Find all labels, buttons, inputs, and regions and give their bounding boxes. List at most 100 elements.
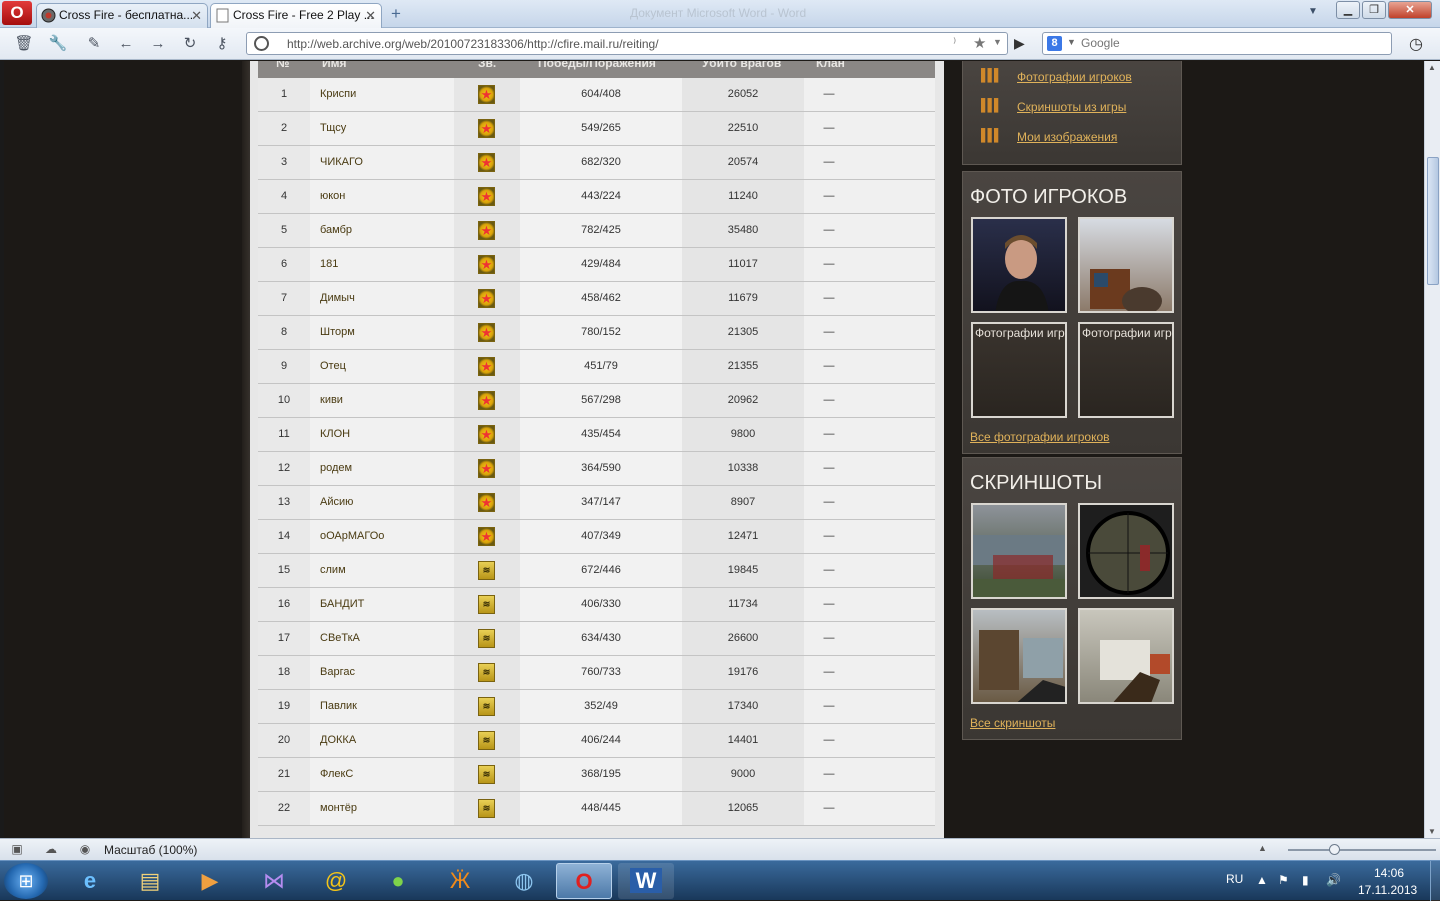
zoom-slider[interactable] <box>1288 844 1436 855</box>
url-text[interactable]: http://web.archive.org/web/2010072318330… <box>287 37 659 51</box>
kills-count: 20574 <box>727 156 759 168</box>
clan-name: — <box>823 156 835 168</box>
ammo-bullets-icon: ▌▌▌ <box>981 128 1003 142</box>
screenshot-thumb[interactable] <box>971 608 1067 704</box>
opera-taskbar-icon[interactable]: O <box>556 863 612 899</box>
kills-count: 17340 <box>727 700 759 712</box>
go-arrow-icon[interactable]: ▶ <box>1014 35 1025 52</box>
windows-taskbar: ⊞ e ▤ ▶ ⋈ @ ● Ӝ ◍ O W RU ▲ ⚑ ▮ 🔊 14:06 1… <box>0 860 1440 901</box>
word-taskbar-icon[interactable]: W <box>618 863 674 899</box>
photo-caption: Фотографии игр <box>975 326 1065 340</box>
row-number: 4 <box>280 190 288 202</box>
clan-name: — <box>823 530 835 542</box>
player-photo-thumb[interactable] <box>1078 217 1174 313</box>
reload-icon[interactable]: ↻ <box>180 34 200 54</box>
url-dropdown-icon[interactable]: ▼ <box>993 37 1002 47</box>
search-bar[interactable]: 8 ▼ <box>1042 32 1392 55</box>
file-explorer-icon[interactable]: ▤ <box>122 863 178 899</box>
tab-crossfire-free2play[interactable]: Cross Fire - Free 2 Play ... ✕ <box>210 3 382 28</box>
site-info-icon[interactable] <box>254 36 269 51</box>
panel-toggle-icon[interactable]: ▣ <box>9 842 25 858</box>
wins-losses: 448/445 <box>581 802 621 814</box>
search-engine-dropdown-icon[interactable]: ▼ <box>1067 37 1076 47</box>
rank-star-icon: ★ <box>478 459 495 478</box>
zoom-slider-knob[interactable] <box>1329 844 1340 855</box>
kills-count: 35480 <box>727 224 759 236</box>
google-icon[interactable]: 8 <box>1047 36 1062 51</box>
vertical-scrollbar[interactable]: ▲ ▼ <box>1424 61 1440 838</box>
cloud-icon[interactable]: ☁ <box>43 842 59 858</box>
screenshot-thumb[interactable] <box>1078 503 1174 599</box>
pen-icon[interactable]: ✎ <box>84 34 104 54</box>
header-wins: Победы/Поражения <box>538 61 656 70</box>
screenshot-thumb[interactable] <box>1078 608 1174 704</box>
close-tab-icon[interactable]: ✕ <box>191 4 202 27</box>
rss-icon[interactable]: ⁾ <box>953 35 956 51</box>
tab-crossfire-ru[interactable]: Cross Fire - бесплатна... ✕ <box>36 3 208 28</box>
back-arrow-icon[interactable]: ← <box>116 34 136 54</box>
link-game-screenshots[interactable]: Скриншоты из игры <box>1017 100 1126 114</box>
kills-count: 8907 <box>730 496 756 508</box>
player-name: Павлик <box>320 700 357 712</box>
kills-count: 20962 <box>727 394 759 406</box>
search-input[interactable] <box>1081 36 1381 50</box>
language-indicator[interactable]: RU <box>1226 872 1243 886</box>
zoom-menu-icon[interactable]: ▲ <box>1258 843 1267 853</box>
wins-losses: 567/298 <box>581 394 621 406</box>
internet-explorer-icon[interactable]: e <box>62 863 118 899</box>
rank-star-icon: ★ <box>478 391 495 410</box>
bookmark-star-icon[interactable]: ★ <box>973 34 986 52</box>
kills-count: 21355 <box>727 360 759 372</box>
link-player-photos[interactable]: Фотографии игроков <box>1017 70 1132 84</box>
forward-arrow-icon[interactable]: → <box>148 34 168 54</box>
player-name: киви <box>320 394 343 406</box>
scroll-down-arrow-icon[interactable]: ▼ <box>1428 827 1436 836</box>
media-player-icon[interactable]: ▶ <box>182 863 238 899</box>
player-name: БАНДИТ <box>320 598 365 610</box>
all-screenshots-link[interactable]: Все скриншоты <box>970 716 1055 730</box>
new-tab-button[interactable]: + <box>386 5 406 23</box>
minimize-button[interactable]: ▁ <box>1336 1 1360 19</box>
maximize-button[interactable]: ❐ <box>1362 1 1386 19</box>
start-button[interactable]: ⊞ <box>4 863 48 899</box>
wrench-icon[interactable]: 🔧 <box>48 34 68 54</box>
history-clock-icon[interactable]: ◷ <box>1406 34 1426 54</box>
visual-studio-icon[interactable]: ⋈ <box>246 863 302 899</box>
tab-menu-chevron-icon[interactable]: ▼ <box>1308 6 1324 17</box>
scroll-thumb[interactable] <box>1427 157 1439 285</box>
player-photo-thumb[interactable]: Фотографии игр <box>971 322 1067 418</box>
closed-tabs-icon[interactable]: 🗑 <box>14 34 34 54</box>
show-desktop-button[interactable] <box>1430 861 1440 901</box>
screenshots-title: СКРИНШОТЫ <box>970 472 1103 494</box>
link-my-images[interactable]: Мои изображения <box>1017 130 1117 144</box>
close-window-button[interactable]: ✕ <box>1388 1 1432 19</box>
close-tab-icon[interactable]: ✕ <box>365 4 376 27</box>
clan-name: — <box>823 258 835 270</box>
wins-losses: 780/152 <box>581 326 621 338</box>
screenshot-thumb[interactable] <box>971 503 1067 599</box>
action-center-flag-icon[interactable]: ⚑ <box>1278 873 1289 887</box>
player-photo-thumb[interactable]: Фотографии игр <box>1078 322 1174 418</box>
mail-agent-icon[interactable]: @ <box>308 863 364 899</box>
all-player-photos-link[interactable]: Все фотографии игроков <box>970 430 1110 444</box>
player-photo-thumb[interactable] <box>971 217 1067 313</box>
key-icon[interactable]: ⚷ <box>212 34 232 54</box>
turbo-icon[interactable]: ◉ <box>77 842 93 858</box>
tray-expand-icon[interactable]: ▲ <box>1256 873 1268 887</box>
wins-losses: 347/147 <box>581 496 621 508</box>
kills-count: 10338 <box>727 462 759 474</box>
table-row: 22 монтёр 448/445 12065 — ≋ <box>258 792 935 826</box>
icq-icon[interactable]: ● <box>370 863 426 899</box>
table-row: 12 родем 364/590 10338 — ★ <box>258 452 935 486</box>
address-bar[interactable]: http://web.archive.org/web/2010072318330… <box>246 32 1008 55</box>
row-number: 10 <box>277 394 291 406</box>
clan-name: — <box>823 292 835 304</box>
opera-menu-button[interactable]: O <box>2 1 32 25</box>
clock-date[interactable]: 17.11.2013 <box>1358 883 1417 897</box>
network-signal-icon[interactable]: ▮ <box>1302 873 1309 887</box>
network-globe-icon[interactable]: ◍ <box>496 863 552 899</box>
odnoklassniki-icon[interactable]: Ӝ <box>432 863 488 899</box>
clock-time[interactable]: 14:06 <box>1374 866 1404 880</box>
volume-icon[interactable]: 🔊 <box>1326 873 1341 887</box>
scroll-up-arrow-icon[interactable]: ▲ <box>1428 63 1436 72</box>
